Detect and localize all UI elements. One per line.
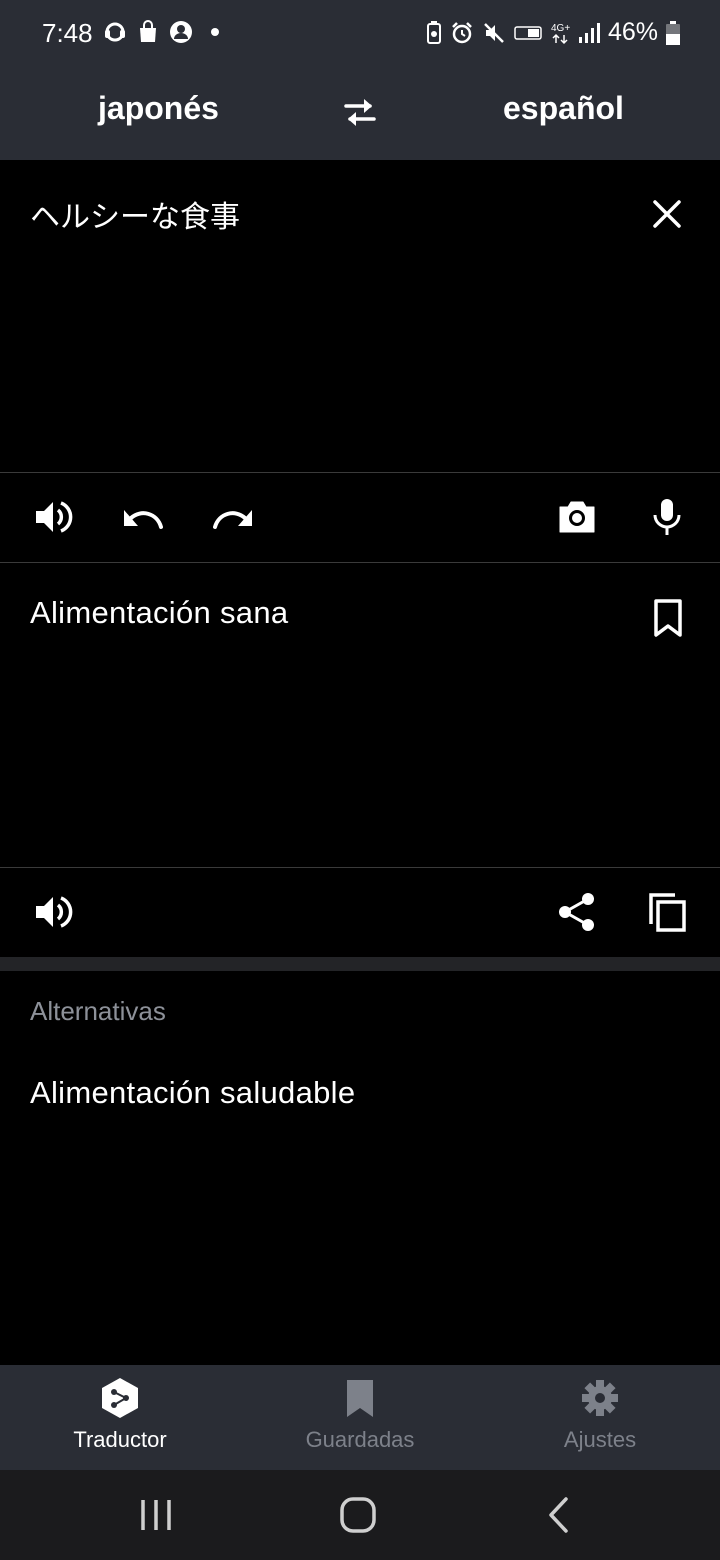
nav-ajustes[interactable]: Ajustes [480, 1365, 720, 1470]
alternatives-title: Alternativas [30, 996, 166, 1026]
source-text-area[interactable]: ヘルシーな食事 [0, 160, 720, 472]
status-bar: 7:48 4G+ 46% [0, 0, 720, 64]
language-bar: japonés español [0, 64, 720, 160]
input-toolbar [0, 473, 720, 561]
source-text[interactable]: ヘルシーな食事 [30, 192, 240, 236]
alarm-icon [452, 21, 472, 43]
nav-traductor[interactable]: Traductor [0, 1365, 240, 1470]
translated-text: Alimentación sana [30, 595, 289, 630]
status-right-icons: 4G+ 46% [426, 18, 680, 47]
swap-arrows-icon[interactable] [340, 92, 380, 132]
svg-text:4G+: 4G+ [551, 23, 570, 34]
nav-label: Ajustes [563, 1427, 637, 1452]
share-icon[interactable] [557, 892, 597, 932]
home-icon[interactable] [334, 1494, 382, 1536]
nav-label: Guardadas [305, 1427, 415, 1452]
target-language-button[interactable]: español [503, 90, 624, 127]
section-separator [0, 957, 720, 971]
alternative-item[interactable]: Alimentación saludable [30, 1075, 355, 1111]
volte-icon [514, 25, 542, 40]
signal-icon [578, 22, 600, 43]
bookmark-icon[interactable] [652, 598, 684, 638]
battery-saver-icon [426, 20, 441, 44]
headset-icon [105, 22, 125, 42]
nav-label: Traductor [73, 1427, 167, 1452]
mute-icon [484, 22, 504, 43]
system-navigation-bar [0, 1470, 720, 1560]
battery-percent: 46% [607, 18, 658, 46]
redo-icon[interactable] [213, 497, 253, 537]
undo-icon[interactable] [123, 497, 163, 537]
divider [0, 562, 720, 563]
status-time: 7:48 [42, 18, 93, 48]
camera-icon[interactable] [557, 497, 597, 537]
nav-guardadas[interactable]: Guardadas [240, 1365, 480, 1470]
bookmark-icon [347, 1380, 373, 1417]
close-icon[interactable] [649, 196, 685, 232]
output-toolbar [0, 868, 720, 956]
status-left-icons [103, 20, 227, 44]
microphone-icon[interactable] [647, 497, 687, 537]
deepl-logo-icon [102, 1378, 138, 1418]
speaker-icon[interactable] [33, 892, 73, 932]
recent-apps-icon[interactable] [132, 1494, 180, 1536]
shopping-bag-icon [140, 20, 156, 42]
bottom-navigation: Traductor Guardadas Ajustes [0, 1365, 720, 1470]
back-icon[interactable] [536, 1494, 584, 1536]
copy-icon[interactable] [647, 892, 687, 932]
battery-icon [666, 20, 680, 45]
gear-icon [582, 1380, 618, 1416]
4g-icon: 4G+ [551, 23, 570, 44]
dot-icon [211, 28, 219, 36]
account-icon [170, 21, 192, 43]
source-language-button[interactable]: japonés [98, 90, 219, 127]
speaker-icon[interactable] [33, 497, 73, 537]
